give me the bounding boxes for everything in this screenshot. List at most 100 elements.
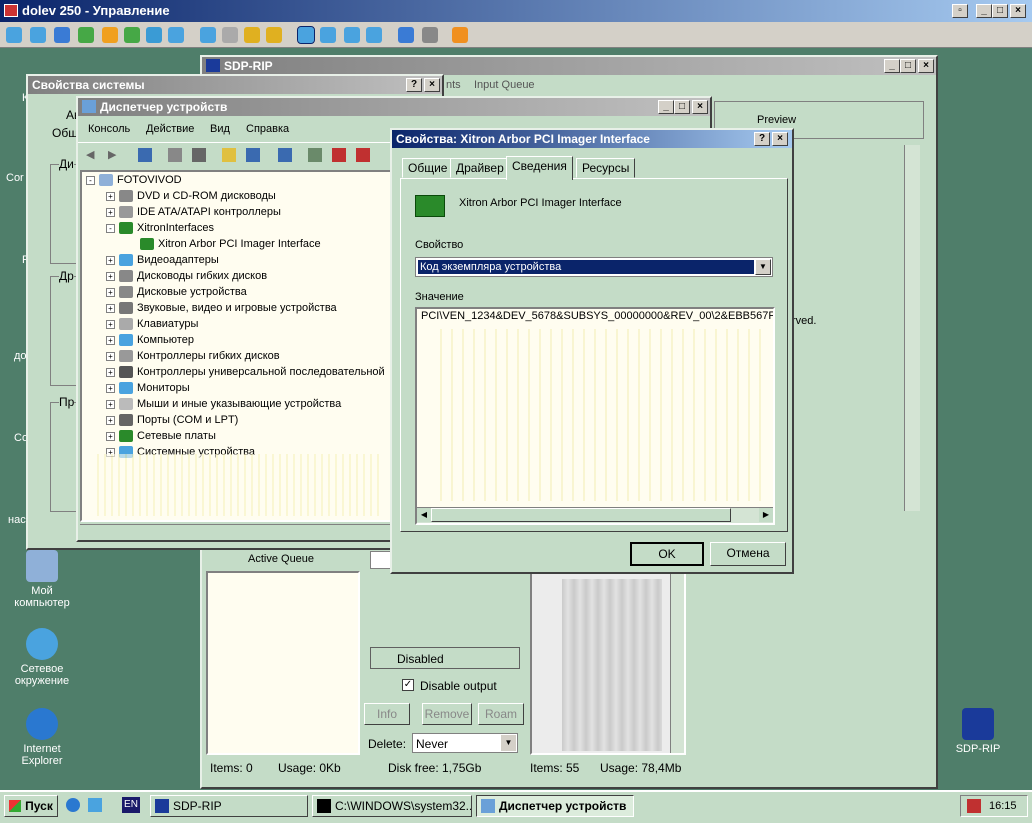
tool-screen-icon[interactable]: [6, 27, 22, 43]
expand-icon[interactable]: +: [106, 351, 115, 361]
ie-quicklaunch-icon[interactable]: [66, 798, 80, 812]
sdprip-close[interactable]: ×: [918, 59, 934, 73]
chevron-down-icon[interactable]: ▼: [755, 259, 771, 275]
expand-icon[interactable]: +: [106, 431, 115, 441]
task-sdprip[interactable]: SDP-RIP: [150, 795, 308, 817]
help-icon[interactable]: [222, 148, 236, 162]
sysprops-tab-2[interactable]: Общ: [52, 126, 78, 140]
tool-settings-icon[interactable]: [124, 27, 140, 43]
tool-chat-icon[interactable]: [168, 27, 184, 43]
tool-view-icon[interactable]: [297, 26, 315, 44]
maximize-button[interactable]: □: [992, 4, 1008, 18]
devmgr-minimize[interactable]: _: [658, 100, 674, 114]
minimize-button[interactable]: _: [976, 4, 992, 18]
devmgr-close[interactable]: ×: [692, 100, 708, 114]
tree-icon[interactable]: [138, 148, 152, 162]
sysprops-help[interactable]: ?: [406, 78, 422, 92]
tray-app-icon[interactable]: [967, 799, 981, 813]
restore-icon[interactable]: ▫: [952, 4, 968, 18]
tab-partial[interactable]: nts: [446, 79, 461, 91]
tree-item[interactable]: + Видеоадаптеры: [106, 252, 219, 268]
preview-scrollbar[interactable]: [904, 145, 920, 511]
left-queue-list[interactable]: [206, 571, 360, 755]
close-button[interactable]: ×: [1010, 4, 1026, 18]
info-button[interactable]: Info: [364, 703, 410, 725]
scroll-thumb[interactable]: [431, 508, 731, 522]
expand-icon[interactable]: +: [106, 415, 115, 425]
tool-lock-icon[interactable]: [244, 27, 260, 43]
tree-item[interactable]: + IDE ATA/ATAPI контроллеры: [106, 204, 281, 220]
sysprops-close[interactable]: ×: [424, 78, 440, 92]
tab-general[interactable]: Общие: [402, 158, 454, 178]
tree-root[interactable]: - FOTOVIVOD: [86, 172, 182, 188]
expand-icon[interactable]: +: [106, 207, 115, 217]
collapse-icon[interactable]: -: [106, 223, 115, 233]
tool-scale-icon[interactable]: [366, 27, 382, 43]
expand-icon[interactable]: +: [106, 383, 115, 393]
tree-item[interactable]: + Дисковые устройства: [106, 284, 247, 300]
expand-icon[interactable]: +: [106, 271, 115, 281]
expand-icon[interactable]: +: [106, 255, 115, 265]
property-select[interactable]: Код экземпляра устройства ▼: [415, 257, 773, 277]
disable-output-checkbox[interactable]: ✓: [402, 679, 414, 691]
tree-item[interactable]: + DVD и CD-ROM дисководы: [106, 188, 276, 204]
tree-item[interactable]: + Контроллеры гибких дисков: [106, 348, 280, 364]
back-icon[interactable]: ◀: [86, 148, 94, 161]
tree-item[interactable]: + Сетевые платы: [106, 428, 216, 444]
tool-close-icon[interactable]: [452, 27, 468, 43]
expand-icon[interactable]: +: [106, 191, 115, 201]
menu-action[interactable]: Действие: [146, 123, 194, 135]
tool-unlock-icon[interactable]: [266, 27, 282, 43]
tool-cmd-icon[interactable]: [54, 27, 70, 43]
tab-input-queue[interactable]: Input Queue: [474, 79, 535, 91]
tool-fit-icon[interactable]: [320, 27, 336, 43]
right-list-scrollbar[interactable]: [670, 573, 684, 753]
tree-item[interactable]: + Порты (COM и LPT): [106, 412, 238, 428]
chevron-right-icon[interactable]: ▶: [759, 508, 773, 522]
tree-item[interactable]: + Клавиатуры: [106, 316, 198, 332]
delete-select[interactable]: Never ▼: [412, 733, 518, 753]
cancel-button[interactable]: Отмена: [710, 542, 786, 566]
desktop-icon-network[interactable]: Сетевое окружение: [2, 628, 82, 687]
roam-button[interactable]: Roam: [478, 703, 524, 725]
right-queue-list[interactable]: [530, 571, 686, 755]
expand-icon[interactable]: +: [106, 399, 115, 409]
scan-icon[interactable]: [278, 148, 292, 162]
desktop-icon-ie[interactable]: Internet Explorer: [2, 708, 82, 767]
tree-item[interactable]: + Дисководы гибких дисков: [106, 268, 267, 284]
tool-user-icon[interactable]: [200, 27, 216, 43]
desktop-icon-sdprip[interactable]: SDP-RIP: [938, 708, 1018, 755]
desktop-icon-my-computer[interactable]: Мой компьютер: [2, 550, 82, 609]
tool-tools-icon[interactable]: [422, 27, 438, 43]
tab-driver[interactable]: Драйвер: [450, 158, 510, 178]
disable-icon[interactable]: [332, 148, 346, 162]
props-close-button[interactable]: ×: [772, 132, 788, 146]
value-hscrollbar[interactable]: ◀ ▶: [417, 507, 773, 523]
remove-button[interactable]: Remove: [422, 703, 472, 725]
sdprip-maximize[interactable]: □: [900, 59, 916, 73]
tree-item[interactable]: - XitronInterfaces: [106, 220, 214, 236]
properties-icon[interactable]: [168, 148, 182, 162]
tool-phone-icon[interactable]: [146, 27, 162, 43]
chevron-left-icon[interactable]: ◀: [417, 508, 431, 522]
desktop-quicklaunch-icon[interactable]: [88, 798, 102, 812]
expand-icon[interactable]: +: [106, 303, 115, 313]
value-list[interactable]: PCI\VEN_1234&DEV_5678&SUBSYS_00000000&RE…: [415, 307, 775, 525]
tab-resources[interactable]: Ресурсы: [576, 158, 636, 178]
ok-button[interactable]: OK: [630, 542, 704, 566]
props-help-button[interactable]: ?: [754, 132, 770, 146]
value-item[interactable]: PCI\VEN_1234&DEV_5678&SUBSYS_00000000&RE…: [421, 309, 773, 323]
print-icon[interactable]: [192, 148, 206, 162]
chevron-down-icon[interactable]: ▼: [501, 735, 516, 751]
forward-icon[interactable]: ▶: [108, 148, 116, 161]
expand-icon[interactable]: +: [106, 287, 115, 297]
tree-item[interactable]: + Мыши и иные указывающие устройства: [106, 396, 341, 412]
uninstall-icon[interactable]: [356, 148, 370, 162]
expand-icon[interactable]: +: [106, 335, 115, 345]
device-tree[interactable]: - FOTOVIVOD + DVD и CD-ROM дисководы + IDE A…: [80, 170, 394, 522]
language-indicator[interactable]: EN: [122, 797, 140, 813]
tool-window-icon[interactable]: [30, 27, 46, 43]
view-icon[interactable]: [246, 148, 260, 162]
tree-item[interactable]: + Мониторы: [106, 380, 190, 396]
tool-transfer-icon[interactable]: [78, 27, 94, 43]
